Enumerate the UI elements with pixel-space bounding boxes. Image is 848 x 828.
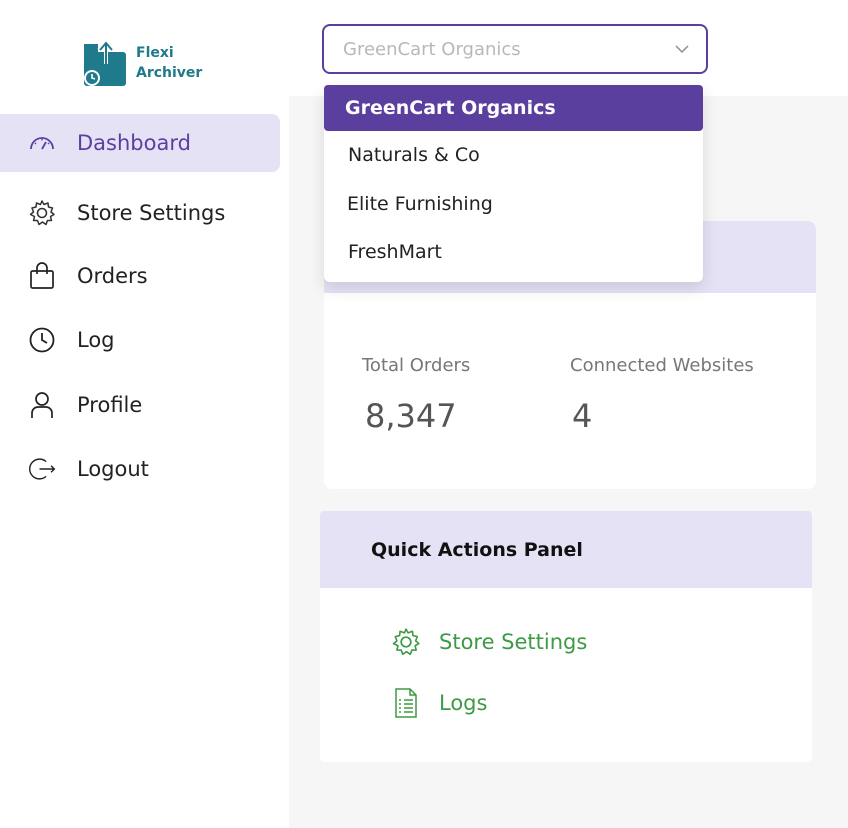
sidebar-item-label: Log (77, 328, 115, 352)
sidebar-item-label: Profile (77, 393, 143, 417)
shopping-bag-icon (28, 262, 56, 290)
sidebar: Flexi Archiver Dashboard Store Settings … (0, 0, 289, 828)
sidebar-item-dashboard[interactable]: Dashboard (0, 114, 280, 172)
chevron-down-icon (674, 41, 690, 62)
store-option-elite-furnishing[interactable]: Elite Furnishing (324, 181, 703, 227)
gear-icon (28, 199, 56, 227)
sidebar-item-label: Store Settings (77, 201, 226, 225)
quick-actions-title: Quick Actions Panel (320, 511, 812, 588)
store-select-value: GreenCart Organics (343, 38, 521, 60)
clock-icon (28, 326, 56, 354)
gauge-icon (28, 129, 56, 157)
document-list-icon (390, 687, 422, 719)
user-icon (28, 391, 56, 419)
sidebar-item-label: Orders (77, 264, 148, 288)
quick-action-label: Store Settings (439, 630, 588, 654)
total-orders-value: 8,347 (365, 397, 457, 435)
sidebar-item-store-settings[interactable]: Store Settings (0, 184, 280, 242)
sidebar-item-log[interactable]: Log (0, 311, 280, 369)
store-option-freshmart[interactable]: FreshMart (324, 229, 703, 275)
quick-action-store-settings[interactable]: Store Settings (390, 626, 587, 658)
brand-name: Flexi Archiver (136, 43, 202, 83)
sidebar-item-orders[interactable]: Orders (0, 247, 280, 305)
brand-line-2: Archiver (136, 65, 203, 81)
store-select[interactable]: GreenCart Organics (322, 24, 708, 74)
sidebar-item-label: Dashboard (77, 131, 191, 155)
gear-icon (390, 626, 422, 658)
archive-logo-icon (84, 38, 126, 86)
logout-icon (28, 455, 56, 483)
sidebar-item-label: Logout (77, 457, 149, 481)
quick-actions-card: Quick Actions Panel Store Settings Logs (320, 511, 812, 762)
quick-action-label: Logs (439, 691, 488, 715)
total-orders-label: Total Orders (362, 355, 471, 376)
sidebar-item-logout[interactable]: Logout (0, 440, 280, 498)
store-option-greencart-organics[interactable]: GreenCart Organics (324, 85, 703, 131)
connected-websites-value: 4 (572, 397, 593, 435)
store-option-naturals-co[interactable]: Naturals & Co (324, 132, 703, 178)
brand-line-1: Flexi (136, 45, 174, 61)
sidebar-item-profile[interactable]: Profile (0, 376, 280, 434)
quick-action-logs[interactable]: Logs (390, 687, 487, 719)
brand-logo[interactable]: Flexi Archiver (82, 38, 202, 88)
store-select-dropdown: GreenCart Organics Naturals & Co Elite F… (324, 85, 703, 282)
connected-websites-label: Connected Websites (570, 355, 754, 376)
